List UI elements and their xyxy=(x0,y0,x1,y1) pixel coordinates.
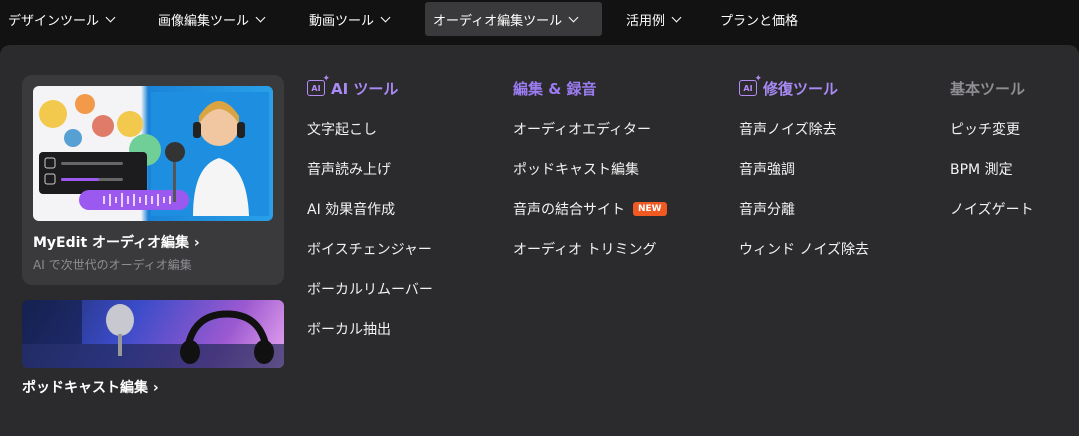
edit-record-heading: 編集 & 録音 xyxy=(513,78,597,98)
nav-label: 画像編集ツール xyxy=(158,13,250,29)
link-audio-joiner-label: 音声の結合サイト xyxy=(513,202,625,218)
nav-photo-tools[interactable]: 画像編集ツール xyxy=(150,2,272,36)
nav-label: デザインツール xyxy=(8,13,100,29)
myedit-title-text: MyEdit オーディオ編集 xyxy=(33,235,190,251)
hero-illustration xyxy=(39,92,269,216)
ai-tools-heading: AI AI ツール xyxy=(307,74,399,98)
heading-text: 編集 & 録音 xyxy=(513,79,597,98)
ai-sparkle-icon: AI xyxy=(739,74,762,96)
heading-text: 基本ツール xyxy=(950,79,1026,98)
link-noise-gate[interactable]: ノイズゲート xyxy=(950,199,1034,219)
chevron-down-icon xyxy=(105,12,116,22)
link-ai-sound-effects[interactable]: AI 効果音作成 xyxy=(307,199,395,219)
nav-label: 動画ツール xyxy=(309,13,375,29)
nav-label: 活用例 xyxy=(626,13,666,29)
nav-use-cases[interactable]: 活用例 xyxy=(618,2,688,36)
podcast-title-text: ポッドキャスト編集 xyxy=(22,380,148,396)
link-noise-removal[interactable]: 音声ノイズ除去 xyxy=(739,119,837,139)
link-audio-joiner[interactable]: 音声の結合サイト NEW xyxy=(513,199,667,219)
heading-text: 修復ツール xyxy=(763,79,839,98)
chevron-right-icon: › xyxy=(152,380,159,396)
basic-tools-heading: 基本ツール xyxy=(950,78,1025,98)
chevron-down-icon xyxy=(380,12,391,22)
link-wind-noise-removal[interactable]: ウィンド ノイズ除去 xyxy=(739,239,869,259)
myedit-card-title[interactable]: MyEdit オーディオ編集 › xyxy=(33,232,200,252)
link-audio-editor[interactable]: オーディオエディター xyxy=(513,119,651,139)
nav-pricing[interactable]: プランと価格 xyxy=(712,2,806,36)
link-audio-separation[interactable]: 音声分離 xyxy=(739,199,795,219)
podcast-editing-image[interactable] xyxy=(22,300,284,368)
chevron-down-icon xyxy=(255,12,266,22)
chevron-down-icon xyxy=(568,12,579,22)
link-text-to-speech[interactable]: 音声読み上げ xyxy=(307,159,391,179)
nav-audio-tools[interactable]: オーディオ編集ツール xyxy=(425,2,602,36)
podcast-illustration xyxy=(22,300,284,368)
top-navigation: デザインツール 画像編集ツール 動画ツール オーディオ編集ツール 活用例 プラン… xyxy=(0,0,1079,38)
nav-design-tools[interactable]: デザインツール xyxy=(0,2,122,36)
podcast-card-title[interactable]: ポッドキャスト編集 › xyxy=(22,377,159,397)
link-vocal-extractor[interactable]: ボーカル抽出 xyxy=(307,319,391,339)
nav-label: オーディオ編集ツール xyxy=(433,13,563,29)
chevron-down-icon xyxy=(671,12,682,22)
myedit-card-subtitle: AI で次世代のオーディオ編集 xyxy=(33,258,192,272)
link-speech-enhance[interactable]: 音声強調 xyxy=(739,159,795,179)
repair-tools-heading: AI 修復ツール xyxy=(739,74,839,98)
link-bpm-finder[interactable]: BPM 測定 xyxy=(950,159,1013,179)
link-transcription[interactable]: 文字起こし xyxy=(307,119,377,139)
nav-video-tools[interactable]: 動画ツール xyxy=(301,2,397,36)
link-vocal-remover[interactable]: ボーカルリムーバー xyxy=(307,279,433,299)
new-badge: NEW xyxy=(633,202,667,216)
nav-label: プランと価格 xyxy=(720,13,799,29)
ai-sparkle-icon: AI xyxy=(307,74,330,96)
link-voice-changer[interactable]: ボイスチェンジャー xyxy=(307,239,432,259)
chevron-right-icon: › xyxy=(193,235,200,251)
audio-editing-hero-image[interactable] xyxy=(33,86,273,221)
heading-text: AI ツール xyxy=(331,79,399,98)
link-audio-trimmer[interactable]: オーディオ トリミング xyxy=(513,239,656,259)
link-pitch-changer[interactable]: ピッチ変更 xyxy=(950,119,1020,139)
link-podcast-editor[interactable]: ポッドキャスト編集 xyxy=(513,159,639,179)
